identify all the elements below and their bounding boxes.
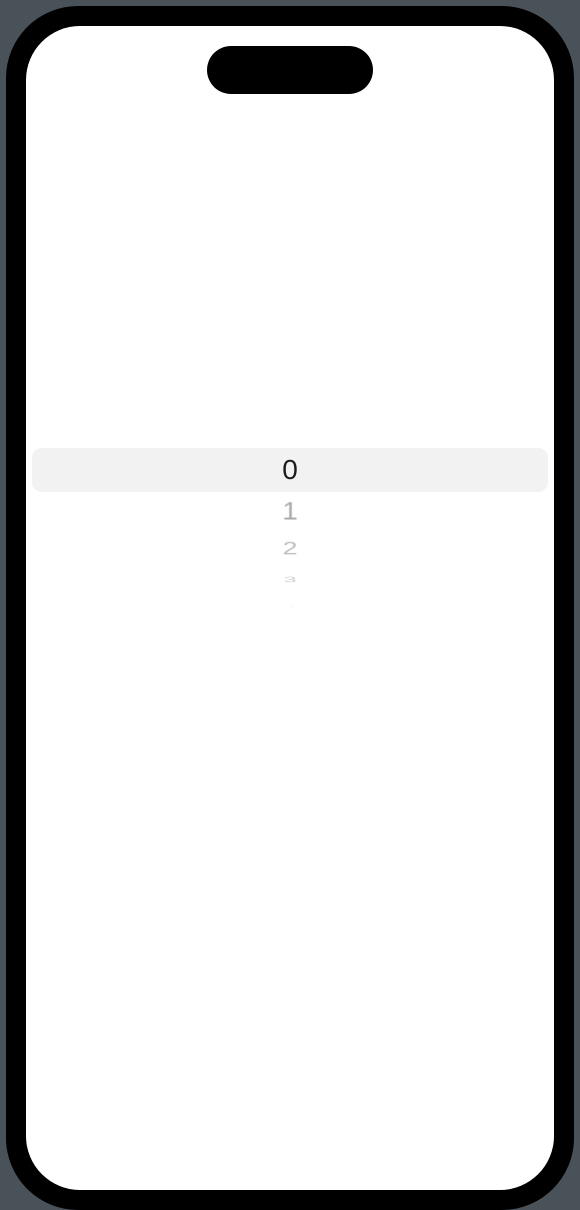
- screen-content: 0 1 2 3 4: [26, 26, 554, 1190]
- picker-item[interactable]: 4: [39, 606, 541, 608]
- picker-wheel[interactable]: 0 1 2 3 4: [26, 448, 554, 628]
- picker-item[interactable]: 2: [26, 535, 554, 562]
- number-picker[interactable]: 0 1 2 3 4: [26, 448, 554, 768]
- phone-bezel: 0 1 2 3 4: [24, 24, 556, 1192]
- picker-item[interactable]: 1: [26, 491, 554, 531]
- phone-frame: 0 1 2 3 4: [6, 6, 574, 1210]
- picker-item-selected[interactable]: 0: [26, 448, 554, 492]
- picker-item[interactable]: 3: [30, 575, 550, 586]
- phone-screen: 0 1 2 3 4: [26, 26, 554, 1190]
- dynamic-island: [207, 46, 373, 94]
